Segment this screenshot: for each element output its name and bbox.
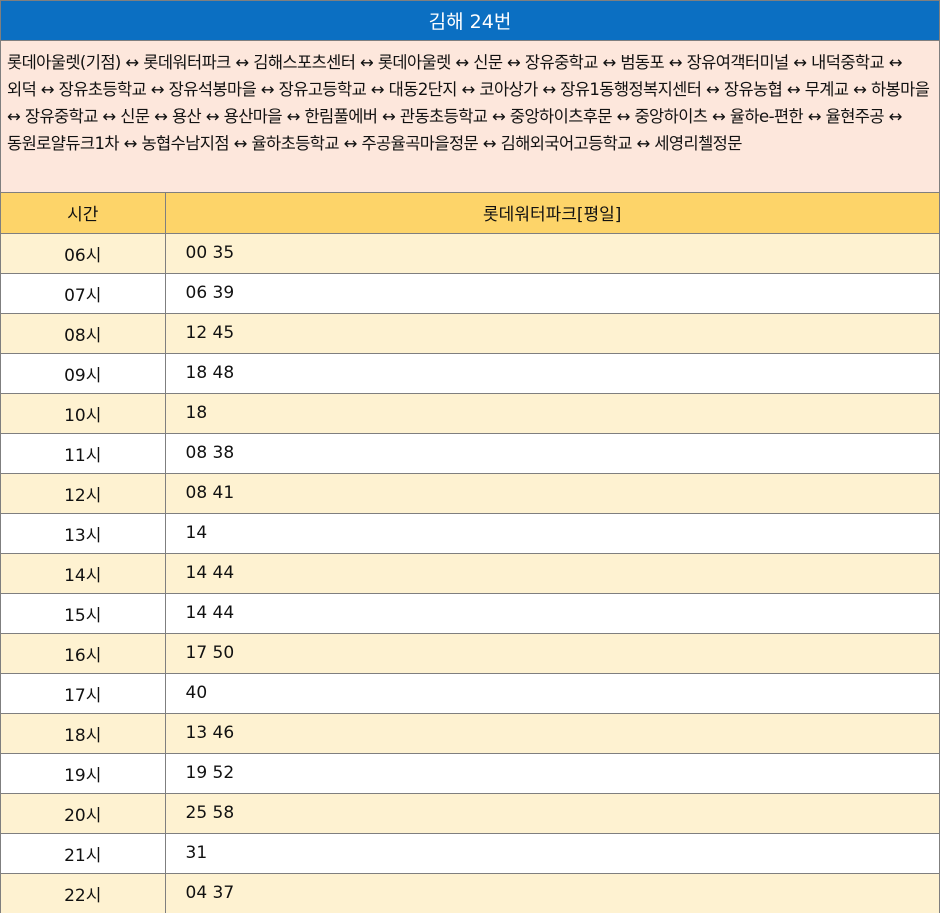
departure-times-cell: 06 39 [165, 273, 939, 314]
table-row: 15시 14 44 [1, 593, 939, 634]
hour-cell: 07시 [1, 273, 166, 314]
hour-cell: 18시 [1, 713, 166, 754]
table-row: 11시 08 38 [1, 433, 939, 474]
departure-times-cell: 08 41 [165, 473, 939, 514]
table-row: 21시 31 [1, 833, 939, 874]
table-row: 12시 08 41 [1, 473, 939, 514]
hour-cell: 15시 [1, 593, 166, 634]
departure-times-cell: 19 52 [165, 753, 939, 794]
table-row: 20시 25 58 [1, 793, 939, 834]
table-row: 22시 04 37 [1, 873, 939, 913]
table-row: 14시 14 44 [1, 553, 939, 594]
table-row: 08시 12 45 [1, 313, 939, 354]
route-description: 롯데아울렛(기점) ↔ 롯데워터파크 ↔ 김해스포츠센터 ↔ 롯데아울렛 ↔ 신… [1, 41, 939, 193]
hour-cell: 12시 [1, 473, 166, 514]
column-header-times: 롯데워터파크[평일] [165, 193, 939, 234]
column-header-hour: 시간 [1, 193, 166, 234]
hour-cell: 08시 [1, 313, 166, 354]
departure-times-cell: 25 58 [165, 793, 939, 834]
departure-times-cell: 40 [165, 673, 939, 714]
hour-cell: 17시 [1, 673, 166, 714]
timetable-page: 김해 24번 롯데아울렛(기점) ↔ 롯데워터파크 ↔ 김해스포츠센터 ↔ 롯데… [0, 0, 940, 913]
table-row: 16시 17 50 [1, 633, 939, 674]
hour-cell: 13시 [1, 513, 166, 554]
departure-times-cell: 17 50 [165, 633, 939, 674]
departure-times-cell: 04 37 [165, 873, 939, 913]
hour-cell: 22시 [1, 873, 166, 913]
table-row: 10시 18 [1, 393, 939, 434]
departure-times-cell: 14 44 [165, 593, 939, 634]
hour-cell: 06시 [1, 233, 166, 274]
hour-cell: 21시 [1, 833, 166, 874]
table-header-row: 시간 롯데워터파크[평일] [1, 193, 939, 234]
departure-times-cell: 18 48 [165, 353, 939, 394]
hour-cell: 14시 [1, 553, 166, 594]
hour-cell: 16시 [1, 633, 166, 674]
departure-times-cell: 08 38 [165, 433, 939, 474]
table-row: 13시 14 [1, 513, 939, 554]
departure-times-cell: 12 45 [165, 313, 939, 354]
departure-times-cell: 14 [165, 513, 939, 554]
departure-times-cell: 18 [165, 393, 939, 434]
table-row: 09시 18 48 [1, 353, 939, 394]
hour-cell: 20시 [1, 793, 166, 834]
table-row: 18시 13 46 [1, 713, 939, 754]
departure-times-cell: 31 [165, 833, 939, 874]
table-row: 17시 40 [1, 673, 939, 714]
timetable: 시간 롯데워터파크[평일] 06시 00 35 07시 06 39 08시 12 45 09… [1, 193, 939, 913]
table-row: 19시 19 52 [1, 753, 939, 794]
departure-times-cell: 13 46 [165, 713, 939, 754]
departure-times-cell: 00 35 [165, 233, 939, 274]
departure-times-cell: 14 44 [165, 553, 939, 594]
table-row: 06시 00 35 [1, 233, 939, 274]
hour-cell: 09시 [1, 353, 166, 394]
page-title: 김해 24번 [1, 1, 939, 41]
hour-cell: 19시 [1, 753, 166, 794]
hour-cell: 10시 [1, 393, 166, 434]
hour-cell: 11시 [1, 433, 166, 474]
table-row: 07시 06 39 [1, 273, 939, 314]
